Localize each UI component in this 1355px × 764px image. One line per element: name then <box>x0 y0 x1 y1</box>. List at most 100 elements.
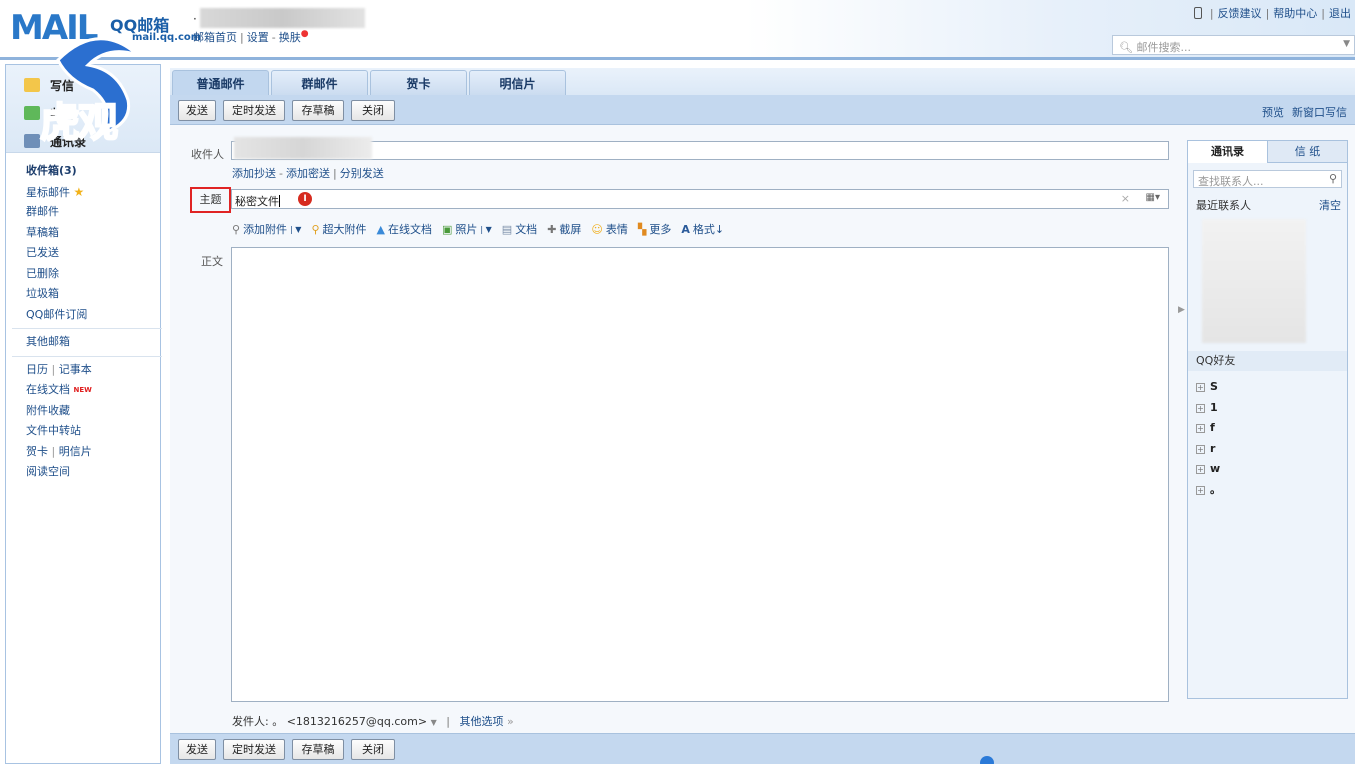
send-button[interactable]: 发送 <box>178 739 216 760</box>
online-docs-link[interactable]: 在线文档 NEW <box>26 380 160 401</box>
reading-space-link[interactable]: 阅读空间 <box>26 462 160 483</box>
cards-link[interactable]: 贺卡 <box>26 445 48 458</box>
close-button[interactable]: 关闭 <box>351 739 395 760</box>
help-link[interactable]: 帮助中心 <box>1273 7 1317 20</box>
folder-sent[interactable]: 已发送 <box>26 243 160 264</box>
new-window-link[interactable]: 新窗口写信 <box>1292 106 1347 119</box>
folder-spam[interactable]: 垃圾箱 <box>26 284 160 305</box>
other-options-link[interactable]: 其他选项 » <box>459 715 513 728</box>
collapse-panel-icon[interactable]: ▶ <box>1178 305 1185 315</box>
clear-subject-icon[interactable]: × <box>1121 192 1130 205</box>
add-attachment-label: 添加附件 <box>243 223 288 236</box>
tab-normal-mail[interactable]: 普通邮件 <box>172 70 269 95</box>
emoji-button[interactable]: ☺ 表情 <box>591 221 627 237</box>
recipient-chip-blurred[interactable] <box>234 137 372 159</box>
friend-group[interactable]: +1 <box>1188 398 1347 419</box>
photo-button[interactable]: ▣ 照片 | ▼ <box>442 221 492 237</box>
postcards-link[interactable]: 明信片 <box>59 445 92 458</box>
cc-links: 添加抄送 - 添加密送 | 分别发送 <box>232 167 384 180</box>
photo-label: 照片 <box>455 223 478 236</box>
scheduled-send-button[interactable]: 定时发送 <box>223 100 285 121</box>
mail-search-input[interactable]: 🔍︎ 邮件搜索... ▼ <box>1112 35 1355 55</box>
compose-link[interactable]: 写信 <box>24 71 160 99</box>
friend-group[interactable]: +。 <box>1188 480 1347 501</box>
scheduled-send-button[interactable]: 定时发送 <box>223 739 285 760</box>
logout-link[interactable]: 退出 <box>1329 7 1351 20</box>
new-badge: NEW <box>73 386 92 394</box>
expand-icon: + <box>1196 424 1205 434</box>
save-draft-button[interactable]: 存草稿 <box>292 100 344 121</box>
header: MAIL QQ邮箱 mail.qq.com · 邮箱首页 | 设置 - 换肤● | 反馈建… <box>0 0 1355 60</box>
folder-inbox[interactable]: 收件箱(3) <box>26 161 160 182</box>
text-caret <box>279 195 280 207</box>
more-label: 更多 <box>649 223 672 236</box>
tab-group-mail[interactable]: 群邮件 <box>271 70 368 95</box>
chevron-down-icon[interactable]: ▼ <box>1343 39 1350 49</box>
tab-postcard[interactable]: 明信片 <box>469 70 566 95</box>
calendar-link[interactable]: 日历 <box>26 363 48 376</box>
tab-stationery[interactable]: 信 纸 <box>1268 141 1347 163</box>
other-mailbox-link[interactable]: 其他邮箱 <box>26 332 160 353</box>
receive-icon <box>24 106 40 120</box>
qq-mail-logo[interactable]: MAIL QQ邮箱 mail.qq.com <box>10 8 201 50</box>
receive-link[interactable]: 收信 <box>24 99 160 127</box>
tab-address-book[interactable]: 通讯录 <box>1188 141 1268 163</box>
top-right-links: | 反馈建议 | 帮助中心 | 退出 <box>1193 5 1351 21</box>
add-cc-link[interactable]: 添加抄送 <box>232 167 276 180</box>
folder-deleted[interactable]: 已删除 <box>26 264 160 285</box>
add-bcc-link[interactable]: 添加密送 <box>286 167 330 180</box>
tab-greeting-card[interactable]: 贺卡 <box>370 70 467 95</box>
subject-input[interactable]: 秘密文件 I × ▦▾ <box>231 189 1169 209</box>
document-icon: ▤ <box>501 222 513 236</box>
friend-group[interactable]: + w <box>1188 459 1347 480</box>
feedback-link[interactable]: 反馈建议 <box>1218 7 1262 20</box>
group-label: f <box>1210 421 1215 435</box>
chevron-down-icon[interactable]: | ▼ <box>290 225 301 234</box>
screenshot-button[interactable]: ✚ 截屏 <box>547 221 581 237</box>
folder-subscriptions[interactable]: QQ邮件订阅 <box>26 305 160 326</box>
contacts-link[interactable]: 通讯录 <box>24 127 160 155</box>
close-button[interactable]: 关闭 <box>351 100 395 121</box>
mail-home-link[interactable]: 邮箱首页 <box>193 31 237 44</box>
folder-drafts[interactable]: 草稿箱 <box>26 223 160 244</box>
send-button[interactable]: 发送 <box>178 100 216 121</box>
search-icon[interactable]: ⚲ <box>1329 172 1337 185</box>
folder-list: 收件箱(3) 星标邮件 ★ 群邮件 草稿箱 已发送 已删除 垃圾箱 QQ邮件订阅… <box>6 153 162 483</box>
settings-link[interactable]: 设置 <box>247 31 269 44</box>
send-separately-link[interactable]: 分别发送 <box>340 167 384 180</box>
format-button[interactable]: A 格式 ↓ <box>681 221 724 237</box>
subject-style-icon[interactable]: ▦▾ <box>1146 192 1160 203</box>
group-label: 。 <box>1210 482 1221 496</box>
save-draft-button[interactable]: 存草稿 <box>292 739 344 760</box>
attachments-link[interactable]: 附件收藏 <box>26 401 160 422</box>
online-doc-button[interactable]: ▲ 在线文档 <box>377 221 432 237</box>
logo-domain: mail.qq.com <box>132 32 202 43</box>
emoji-icon: ☺ <box>591 222 603 236</box>
file-transfer-link[interactable]: 文件中转站 <box>26 421 160 442</box>
add-attachment-button[interactable]: ⚲ 添加附件 | ▼ <box>232 221 301 237</box>
more-button[interactable]: ▚ 更多 <box>638 221 671 237</box>
chevron-down-icon[interactable]: | ▼ <box>480 225 491 234</box>
clear-recent-link[interactable]: 清空 <box>1319 197 1341 213</box>
friend-group[interactable]: + f <box>1188 418 1347 439</box>
folder-group-mail[interactable]: 群邮件 <box>26 202 160 223</box>
large-attachment-label: 超大附件 <box>322 223 367 236</box>
folder-starred[interactable]: 星标邮件 ★ <box>26 182 160 203</box>
divider <box>12 355 162 357</box>
notes-link[interactable]: 记事本 <box>59 363 92 376</box>
other-options-label: 其他选项 <box>459 715 504 728</box>
preview-link[interactable]: 预览 <box>1262 106 1284 119</box>
sender-email-select[interactable]: <1813216257@qq.com> ▼ <box>287 715 437 728</box>
recipient-input[interactable] <box>231 137 1169 160</box>
contacts-icon <box>24 134 40 148</box>
folder-starred-label: 星标邮件 <box>26 185 70 199</box>
large-attachment-button[interactable]: ⚲ 超大附件 <box>311 221 366 237</box>
subject-label: 主题 <box>190 187 231 213</box>
document-button[interactable]: ▤ 文档 <box>502 221 537 237</box>
friend-group[interactable]: + r <box>1188 439 1347 460</box>
friend-group[interactable]: + S <box>1188 377 1347 398</box>
message-body-editor[interactable] <box>231 247 1169 702</box>
phone-icon[interactable] <box>1193 7 1202 19</box>
skin-link[interactable]: 换肤 <box>279 31 301 44</box>
contact-search-input[interactable]: 查找联系人... ⚲ <box>1193 170 1342 188</box>
